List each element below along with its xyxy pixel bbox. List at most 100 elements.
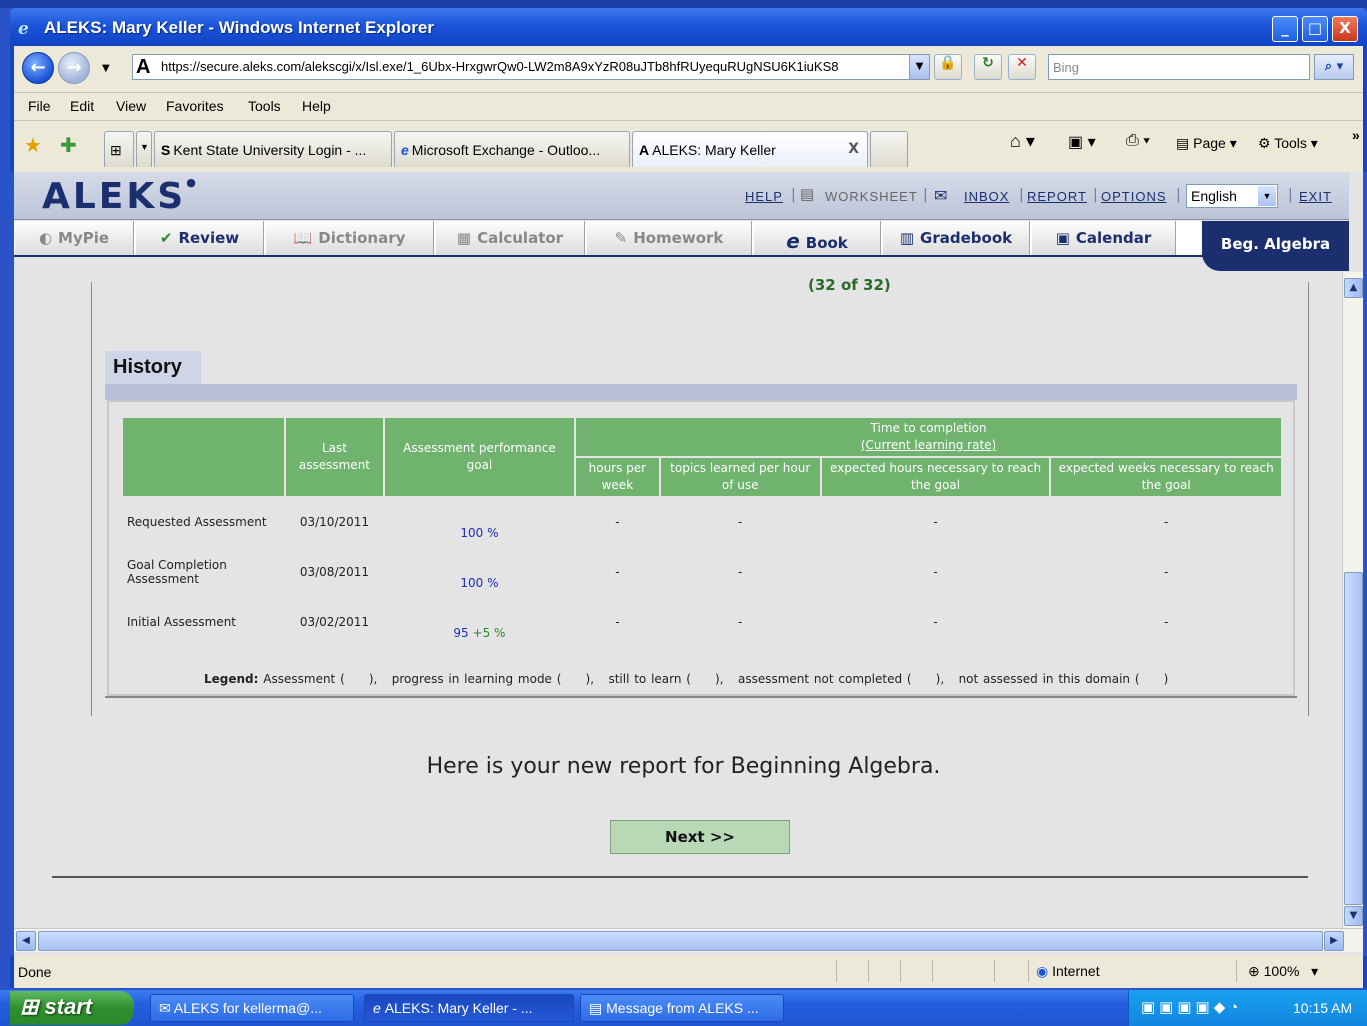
nav-tab-calculator[interactable]: ▦ Calculator <box>435 221 585 255</box>
legend: Legend: Assessment ( ), progress in lear… <box>204 672 1168 686</box>
scroll-left-icon[interactable]: ◀ <box>16 931 36 951</box>
scroll-down-icon[interactable]: ▼ <box>1344 906 1363 926</box>
zone-label: Internet <box>1052 963 1100 979</box>
nav-tab-book[interactable]: e Book <box>753 221 881 255</box>
tab-microsoft-exchange[interactable]: e Microsoft Exchange - Outloo... <box>394 131 630 167</box>
assessment-name: Initial Assessment <box>127 615 237 629</box>
history-panel: Last assessment Assessment performance g… <box>107 400 1295 696</box>
favorites-star-icon[interactable]: ★ <box>24 133 42 157</box>
options-link[interactable]: OPTIONS <box>1101 189 1167 204</box>
next-button[interactable]: Next >> <box>610 820 790 854</box>
language-select[interactable]: English ▼ <box>1186 184 1278 208</box>
forward-button[interactable]: → <box>58 52 90 84</box>
separator: | <box>1093 187 1098 203</box>
table-row[interactable]: Goal Completion Assessment 03/08/2011 10… <box>123 548 1281 596</box>
learning-rate-link[interactable]: (Current learning rate) <box>861 438 996 452</box>
minimize-button[interactable]: _ <box>1272 16 1298 42</box>
worksheet-link[interactable]: WORKSHEET <box>825 189 918 204</box>
nav-tab-homework[interactable]: ✎ Homework <box>586 221 752 255</box>
more-chevron-icon[interactable]: » <box>1352 127 1360 143</box>
tab-list-dropdown-icon[interactable]: ▼ <box>136 131 152 167</box>
address-url[interactable]: https://secure.aleks.com/alekscgi/x/Isl.… <box>161 59 907 74</box>
start-button[interactable]: ⊞ start <box>10 991 134 1025</box>
aleks-header: ALEKS● HELP | ▤ WORKSHEET | ✉ INBOX | RE… <box>14 172 1349 220</box>
menu-bar: File Edit View Favorites Tools Help <box>14 92 1363 116</box>
maximize-button[interactable]: □ <box>1302 16 1328 42</box>
address-dropdown-icon[interactable]: ▼ <box>909 55 929 79</box>
nav-tab-gradebook[interactable]: ▥ Gradebook <box>882 221 1030 255</box>
taskbar-item[interactable]: ✉ ALEKS for kellerma@... <box>150 994 354 1022</box>
recent-pages-dropdown-icon[interactable]: ▼ <box>102 63 110 74</box>
nav-label: Gradebook <box>920 229 1013 247</box>
close-tab-icon[interactable]: X <box>848 141 859 157</box>
inbox-envelope-icon[interactable]: ✉ <box>934 186 948 206</box>
print-icon[interactable]: ⎙ ▾ <box>1126 132 1150 150</box>
quick-tabs-button[interactable]: ⊞ <box>104 131 134 167</box>
tools-menu[interactable]: ⚙ Tools ▾ <box>1258 135 1318 152</box>
tray-icons[interactable]: ▣▣▣▣◆◔ <box>1141 998 1242 1016</box>
vertical-scroll-thumb[interactable] <box>1344 572 1363 905</box>
zoom-level[interactable]: ⊕ 100% ▾ <box>1248 963 1318 980</box>
nav-tab-review[interactable]: ✔ Review <box>135 221 264 255</box>
menu-tools[interactable]: Tools <box>248 98 281 114</box>
horizontal-scroll-thumb[interactable] <box>38 931 1323 951</box>
expected-hours: - <box>933 515 938 529</box>
clock: 10:15 AM <box>1293 1000 1353 1016</box>
report-link[interactable]: REPORT <box>1027 189 1087 204</box>
tab-kent-state[interactable]: S Kent State University Login - ... <box>154 131 392 167</box>
help-link[interactable]: HELP <box>745 189 783 204</box>
expected-weeks: - <box>1164 615 1169 629</box>
scroll-up-icon[interactable]: ▲ <box>1344 278 1363 298</box>
back-button[interactable]: ← <box>22 52 54 84</box>
report-content: (32 of 32) History Last assessment Asses… <box>14 272 1341 928</box>
window-title-bar[interactable]: e ALEKS: Mary Keller - Windows Internet … <box>10 8 1367 46</box>
new-tab-button[interactable] <box>870 131 908 167</box>
report-message: Here is your new report for Beginning Al… <box>426 754 941 779</box>
nav-tab-dictionary[interactable]: 📖 Dictionary <box>265 221 434 255</box>
horizontal-scrollbar[interactable]: ◀ ▶ <box>14 928 1363 952</box>
menu-view[interactable]: View <box>116 98 146 114</box>
close-window-button[interactable]: X <box>1332 16 1358 42</box>
status-divider <box>836 960 837 982</box>
page-menu[interactable]: ▤ Page ▾ <box>1176 135 1237 152</box>
search-button[interactable]: ⌕ ▾ <box>1314 54 1354 80</box>
window-title: ALEKS: Mary Keller - Windows Internet Ex… <box>44 18 434 37</box>
nav-tab-calendar[interactable]: ▣ Calendar <box>1031 221 1176 255</box>
search-input[interactable]: Bing <box>1048 54 1310 80</box>
lock-icon[interactable]: 🔒 <box>934 54 962 80</box>
menu-help[interactable]: Help <box>302 98 331 114</box>
frame-left-border <box>91 282 92 716</box>
stop-icon[interactable]: ✕ <box>1008 54 1036 80</box>
vertical-scrollbar[interactable]: ▲ ▼ <box>1342 272 1363 928</box>
history-heading: History <box>105 351 201 385</box>
security-zone[interactable]: ◉ Internet <box>1036 963 1100 980</box>
nav-label: Dictionary <box>318 229 406 247</box>
status-text: Done <box>18 964 52 980</box>
menu-file[interactable]: File <box>28 98 51 114</box>
address-bar[interactable]: A https://secure.aleks.com/alekscgi/x/Is… <box>132 54 930 80</box>
nav-tab-mypie[interactable]: ◐ MyPie <box>14 221 134 255</box>
worksheet-icon[interactable]: ▤ <box>800 185 815 203</box>
table-row[interactable]: Requested Assessment 03/10/2011 100 % - … <box>123 498 1281 546</box>
taskbar-item[interactable]: ▤ Message from ALEKS ... <box>580 994 784 1022</box>
calculator-icon: ▦ <box>456 229 472 247</box>
home-icon[interactable]: ⌂ ▾ <box>1010 131 1035 152</box>
divider <box>52 876 1308 878</box>
feeds-icon[interactable]: ▣ ▾ <box>1068 132 1096 152</box>
tab-aleks[interactable]: A ALEKS: Mary Keller X <box>632 131 868 167</box>
exit-link[interactable]: EXIT <box>1299 189 1332 204</box>
inbox-link[interactable]: INBOX <box>964 189 1009 204</box>
menu-favorites[interactable]: Favorites <box>166 98 224 114</box>
topics-per-hour: - <box>738 615 743 629</box>
menu-edit[interactable]: Edit <box>70 98 94 114</box>
taskbar-item[interactable]: e ALEKS: Mary Keller - ... <box>364 994 574 1022</box>
course-tab[interactable]: Beg. Algebra <box>1202 221 1349 271</box>
scroll-right-icon[interactable]: ▶ <box>1324 931 1344 951</box>
checkmark-icon: ✔ <box>159 229 173 247</box>
add-favorite-icon[interactable]: ✚ <box>60 133 77 157</box>
zoom-icon: ⊕ <box>1248 963 1264 979</box>
refresh-icon[interactable]: ↻ <box>974 54 1002 80</box>
table-row[interactable]: Initial Assessment 03/02/2011 95 +5 % - … <box>123 598 1281 646</box>
aleks-nav-tabs: ◐ MyPie ✔ Review 📖 Dictionary ▦ Calculator ✎… <box>14 221 1349 257</box>
expected-hours: - <box>933 615 938 629</box>
